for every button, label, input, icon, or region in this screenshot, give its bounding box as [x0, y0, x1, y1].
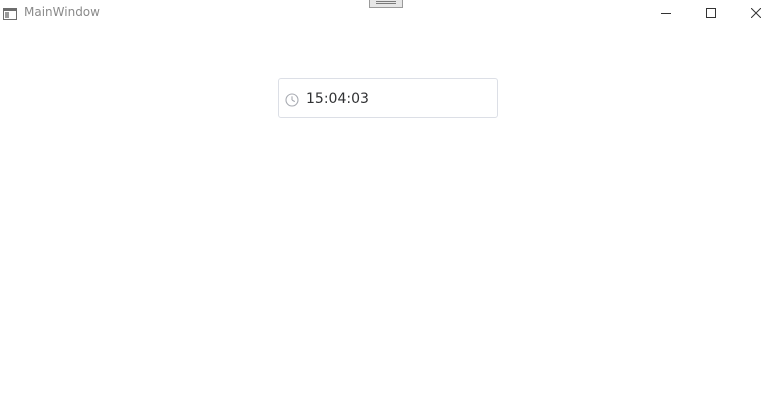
drag-handle-line: [376, 3, 396, 4]
close-icon: [750, 3, 762, 22]
app-window-icon: [3, 5, 17, 20]
time-picker-input[interactable]: 15:04:03: [278, 78, 498, 118]
minimize-icon: [661, 3, 671, 22]
main-window: MainWindow 15:04:03: [0, 0, 774, 419]
drag-handle-line: [376, 1, 396, 2]
title-bar[interactable]: MainWindow: [0, 0, 774, 25]
close-button[interactable]: [734, 0, 774, 24]
drag-handle[interactable]: [369, 0, 403, 8]
maximize-button[interactable]: [689, 0, 733, 24]
clock-icon: [285, 92, 299, 107]
window-title: MainWindow: [24, 5, 100, 19]
minimize-button[interactable]: [644, 0, 688, 24]
time-value: 15:04:03: [306, 91, 369, 107]
maximize-icon: [706, 3, 716, 22]
